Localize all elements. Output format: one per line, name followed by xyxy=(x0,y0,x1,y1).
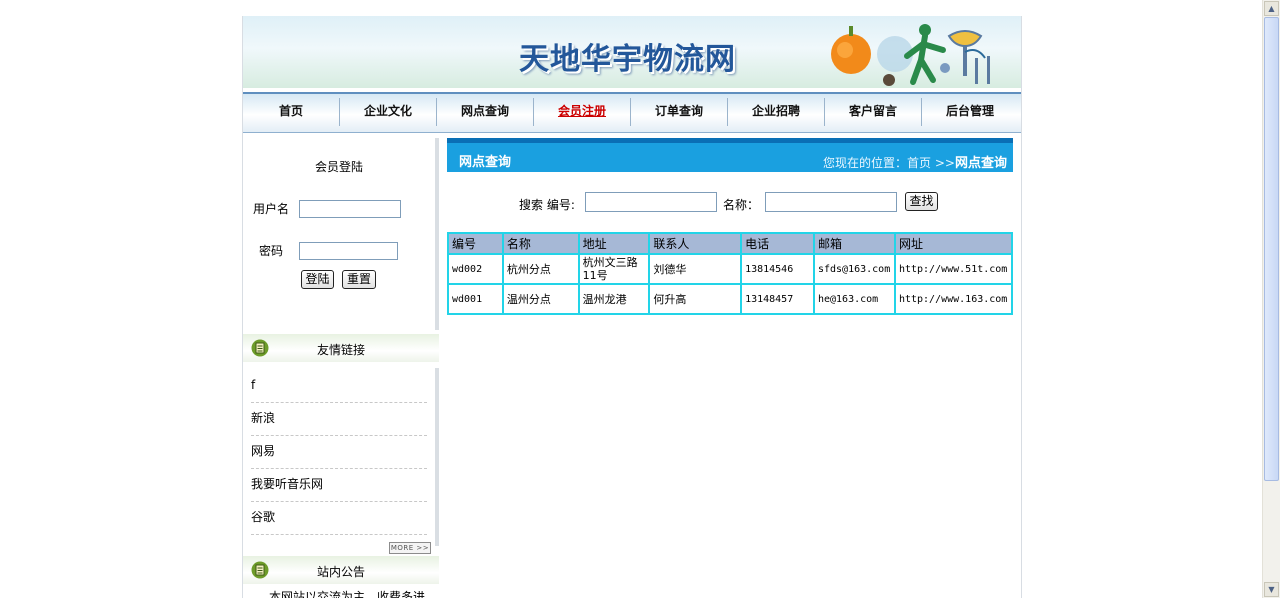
column-header: 电话 xyxy=(740,232,815,255)
nav-item-order-search[interactable]: 订单查询 xyxy=(631,94,727,132)
table-cell: wd002 xyxy=(447,253,504,285)
site-title: 天地华宇物流网 xyxy=(519,42,736,77)
page-container: 天地华宇物流网 首页 企业文化 网点查询 会员注册 订单查询 企业招聘 客户留言… xyxy=(242,16,1022,598)
friend-link-item[interactable]: 新浪 xyxy=(251,403,427,436)
breadcrumb: 您现在的位置：首页 >>网点查询 xyxy=(823,152,1007,171)
breadcrumb-current: 网点查询 xyxy=(954,156,1007,171)
friend-link-item[interactable]: 谷歌 xyxy=(251,502,427,535)
search-id-input[interactable] xyxy=(585,192,717,212)
table-cell: 杭州文三路11号 xyxy=(577,253,651,285)
friend-link-item[interactable]: f xyxy=(251,370,427,403)
main-title-bar: 网点查询 您现在的位置：首页 >>网点查询 xyxy=(447,138,1013,172)
column-header: 网址 xyxy=(893,232,1014,255)
column-header: 编号 xyxy=(447,232,504,255)
table-header-row: 编号 名称 地址 联系人 电话 邮箱 网址 xyxy=(447,232,1014,255)
username-label: 用户名 xyxy=(253,202,290,216)
search-form: 搜索 编号: 名称： 查找 xyxy=(447,192,1013,216)
search-name-label: 名称： xyxy=(723,198,760,212)
vertical-scrollbar[interactable]: ▲ ▼ xyxy=(1262,0,1280,598)
table-row: wd001 温州分点 温州龙港 何升高 13148457 he@163.com … xyxy=(447,283,1014,315)
outlet-table: 编号 名称 地址 联系人 电话 邮箱 网址 wd002 杭州分点 杭州文三路11… xyxy=(447,232,1014,315)
scroll-up-arrow[interactable]: ▲ xyxy=(1264,1,1279,16)
column-header: 地址 xyxy=(577,232,651,255)
table-cell: sfds@163.com xyxy=(812,253,896,285)
table-cell: 何升高 xyxy=(648,283,743,315)
friend-links-list: f 新浪 网易 我要听音乐网 谷歌 MORE >> xyxy=(243,368,439,554)
nav-item-member-register[interactable]: 会员注册 xyxy=(534,94,630,132)
notice-section-header: 站内公告 xyxy=(243,556,439,584)
sidebar: 会员登陆 用户名 密码 登陆 重置 友情链接 f 新浪 网易 我要听音乐网 谷歌 xyxy=(243,138,439,598)
reset-button[interactable]: 重置 xyxy=(342,270,376,289)
table-cell: 刘德华 xyxy=(648,253,743,285)
username-input[interactable] xyxy=(299,200,401,218)
links-section-header: 友情链接 xyxy=(243,334,439,362)
password-label: 密码 xyxy=(259,244,284,258)
table-cell: wd001 xyxy=(447,283,504,315)
site-banner: 天地华宇物流网 xyxy=(243,16,1021,88)
table-cell: 杭州分点 xyxy=(501,253,580,285)
login-panel: 会员登陆 用户名 密码 登陆 重置 xyxy=(243,138,439,330)
search-id-label: 搜索 编号: xyxy=(519,198,575,212)
main-title: 网点查询 xyxy=(459,155,512,170)
search-name-input[interactable] xyxy=(765,192,897,212)
column-header: 邮箱 xyxy=(812,232,896,255)
more-links-button[interactable]: MORE >> xyxy=(389,542,431,554)
table-cell: he@163.com xyxy=(812,283,896,315)
column-header: 联系人 xyxy=(648,232,743,255)
nav-item-recruitment[interactable]: 企业招聘 xyxy=(728,94,824,132)
breadcrumb-prefix: 您现在的位置：首页 >> xyxy=(823,156,955,170)
nav-item-culture[interactable]: 企业文化 xyxy=(340,94,436,132)
table-cell: http://www.163.com xyxy=(893,283,1014,315)
password-input[interactable] xyxy=(299,242,398,260)
column-header: 名称 xyxy=(501,232,580,255)
banner-decoration-art xyxy=(831,24,990,86)
login-title: 会员登陆 xyxy=(314,160,363,174)
nav-item-outlet-search[interactable]: 网点查询 xyxy=(437,94,533,132)
nav-item-messages[interactable]: 客户留言 xyxy=(825,94,921,132)
table-cell: 13814546 xyxy=(740,253,815,285)
table-cell: 13148457 xyxy=(740,283,815,315)
nav-item-home[interactable]: 首页 xyxy=(243,94,339,132)
login-button[interactable]: 登陆 xyxy=(301,270,334,289)
search-button[interactable]: 查找 xyxy=(905,192,938,211)
notice-text: 本网站以交流为主，收费多进 xyxy=(269,590,426,598)
friend-link-item[interactable]: 网易 xyxy=(251,436,427,469)
main-nav: 首页 企业文化 网点查询 会员注册 订单查询 企业招聘 客户留言 后台管理 xyxy=(243,92,1021,133)
friend-link-item[interactable]: 我要听音乐网 xyxy=(251,469,427,502)
notice-section-title: 站内公告 xyxy=(316,565,365,579)
table-cell: http://www.51t.com xyxy=(893,253,1014,285)
table-cell: 温州龙港 xyxy=(577,283,651,315)
table-cell: 温州分点 xyxy=(501,283,580,315)
table-row: wd002 杭州分点 杭州文三路11号 刘德华 13814546 sfds@16… xyxy=(447,253,1014,285)
nav-item-admin[interactable]: 后台管理 xyxy=(922,94,1018,132)
scrollbar-thumb[interactable] xyxy=(1264,17,1279,481)
main-content: 网点查询 您现在的位置：首页 >>网点查询 搜索 编号: 名称： 查找 编号 名… xyxy=(447,138,1014,598)
scroll-down-arrow[interactable]: ▼ xyxy=(1264,582,1279,597)
links-section-title: 友情链接 xyxy=(316,343,365,357)
